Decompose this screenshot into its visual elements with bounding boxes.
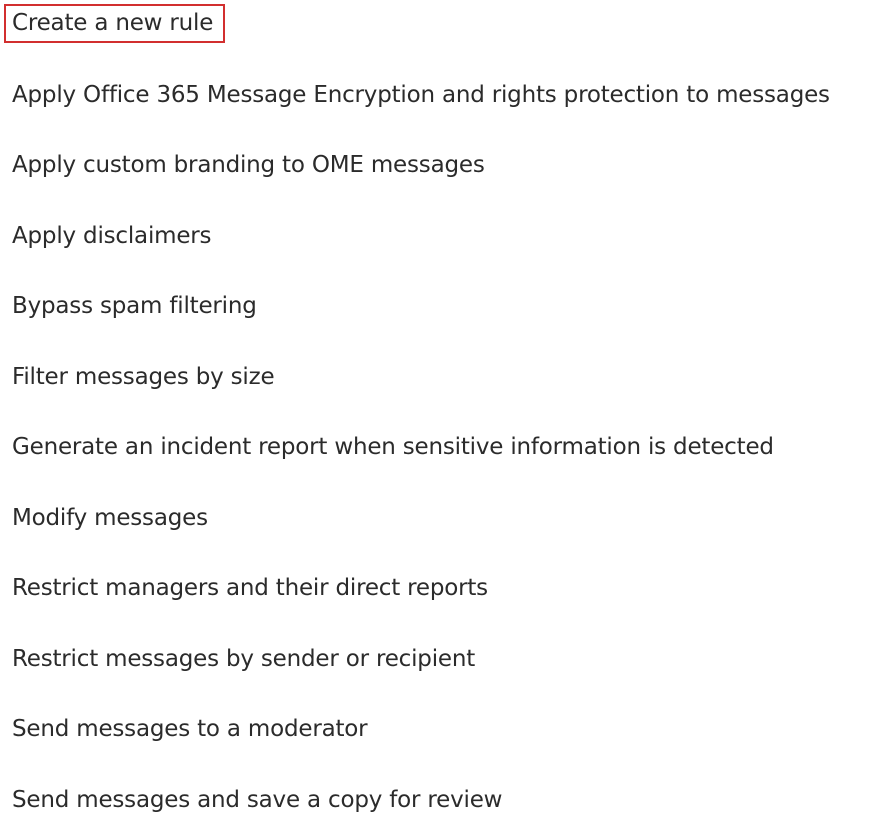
menu-item-generate-incident-report[interactable]: Generate an incident report when sensiti… <box>12 432 774 462</box>
menu-item-create-new-rule[interactable]: Create a new rule <box>3 4 226 43</box>
menu-item-restrict-by-sender-recipient[interactable]: Restrict messages by sender or recipient <box>12 644 475 674</box>
menu-item-restrict-managers[interactable]: Restrict managers and their direct repor… <box>12 573 488 603</box>
menu-item-bypass-spam-filtering[interactable]: Bypass spam filtering <box>12 291 257 321</box>
rules-menu: Create a new rule Apply Office 365 Messa… <box>0 0 889 815</box>
menu-item-modify-messages[interactable]: Modify messages <box>12 503 208 533</box>
menu-item-apply-ome-encryption[interactable]: Apply Office 365 Message Encryption and … <box>12 80 830 110</box>
menu-item-apply-disclaimers[interactable]: Apply disclaimers <box>12 221 212 251</box>
menu-item-send-to-moderator[interactable]: Send messages to a moderator <box>12 714 368 744</box>
menu-item-apply-custom-branding[interactable]: Apply custom branding to OME messages <box>12 150 485 180</box>
menu-item-filter-by-size[interactable]: Filter messages by size <box>12 362 275 392</box>
menu-item-send-and-save-copy[interactable]: Send messages and save a copy for review <box>12 785 502 815</box>
